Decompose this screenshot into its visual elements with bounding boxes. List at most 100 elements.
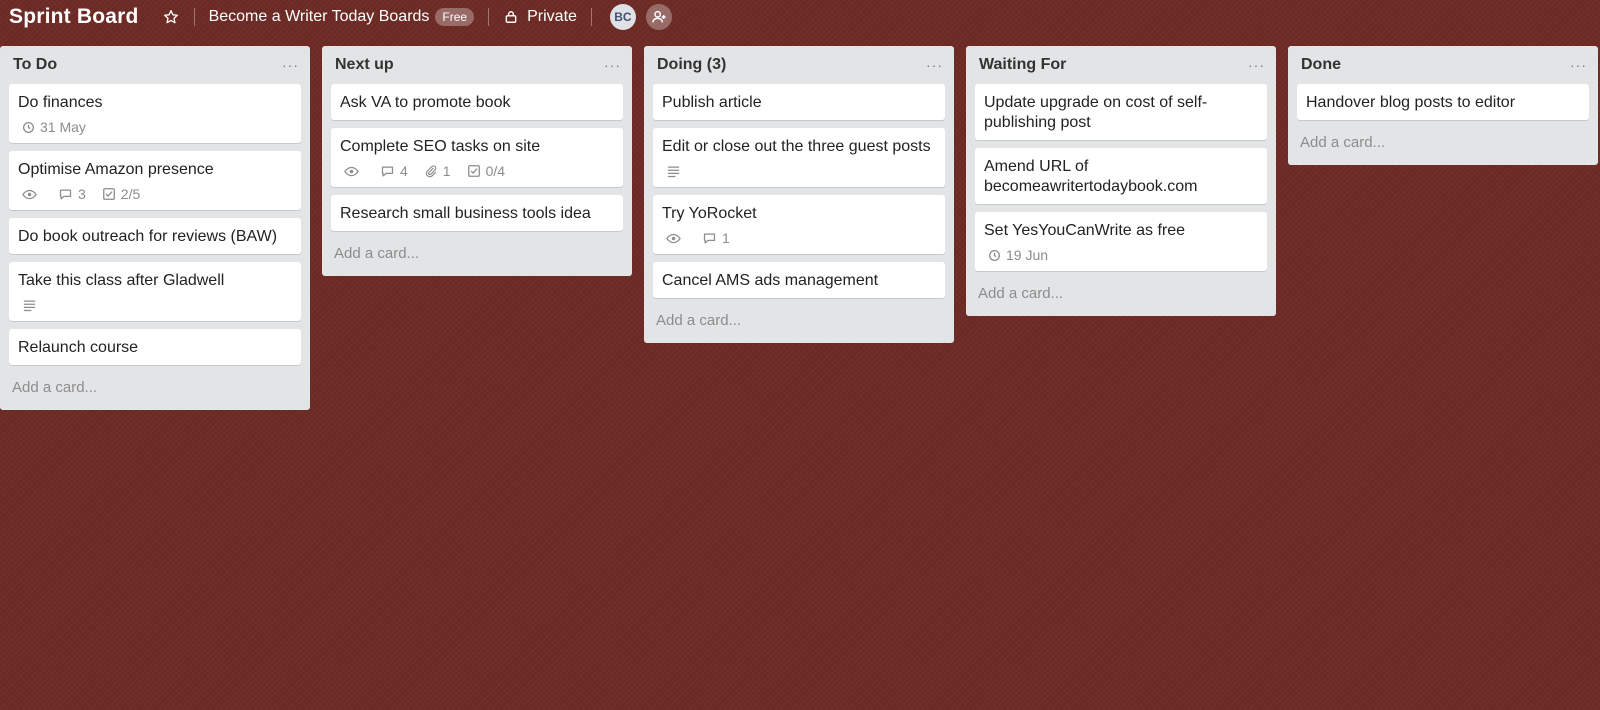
lock-icon — [503, 9, 519, 25]
list-next-up: Next up ··· Ask VA to promote book Compl… — [322, 46, 632, 276]
avatar[interactable]: BC — [609, 4, 636, 30]
card[interactable]: Update upgrade on cost of self-publishin… — [975, 84, 1267, 140]
card[interactable]: Do finances 31 May — [9, 84, 301, 143]
comment-count: 4 — [400, 163, 408, 179]
card-badges — [18, 296, 292, 314]
comment-icon — [381, 166, 394, 176]
team-name-link[interactable]: Become a Writer Today Boards — [209, 8, 430, 26]
list-doing: Doing (3) ··· Publish article Edit or cl… — [644, 46, 954, 343]
list-done: Done ··· Handover blog posts to editor A… — [1288, 46, 1598, 165]
card[interactable]: Publish article — [653, 84, 945, 120]
card-title: Ask VA to promote book — [340, 94, 511, 111]
card-title: Edit or close out the three guest posts — [662, 138, 931, 155]
card-badges: 3 2/5 — [18, 185, 292, 203]
card-title: Do book outreach for reviews (BAW) — [18, 228, 278, 245]
card-title: Publish article — [662, 94, 762, 111]
privacy-button[interactable]: Private — [527, 8, 577, 26]
card-title: Research small business tools idea — [340, 205, 591, 222]
due-date-text: 19 Jun — [1006, 247, 1049, 263]
card-badges: 31 May — [18, 118, 292, 136]
watching-badge — [344, 164, 364, 179]
paperclip-icon — [425, 165, 437, 178]
card[interactable]: Edit or close out the three guest posts — [653, 128, 945, 187]
add-card-button[interactable]: Add a card... — [331, 239, 623, 268]
add-card-button[interactable]: Add a card... — [9, 373, 301, 402]
list-title[interactable]: Next up — [335, 56, 394, 74]
eye-icon — [344, 166, 359, 176]
list-menu-button[interactable]: ··· — [926, 57, 943, 73]
watching-badge — [22, 187, 42, 202]
add-card-button[interactable]: Add a card... — [653, 306, 945, 335]
clock-icon — [988, 249, 1001, 261]
plan-badge: Free — [435, 8, 475, 26]
card-title: Set YesYouCanWrite as free — [984, 222, 1186, 239]
watching-badge — [666, 231, 686, 246]
comments-badge: 3 — [58, 186, 86, 202]
description-badge — [666, 164, 686, 179]
attachments-badge: 1 — [424, 163, 451, 179]
add-card-button[interactable]: Add a card... — [1297, 128, 1589, 157]
comment-count: 1 — [722, 230, 730, 246]
list-menu-button[interactable]: ··· — [1570, 57, 1587, 73]
card-title: Optimise Amazon presence — [18, 161, 214, 178]
add-member-button[interactable] — [645, 4, 672, 30]
card[interactable]: Handover blog posts to editor — [1297, 84, 1589, 120]
attachment-count: 1 — [442, 163, 451, 179]
board-title[interactable]: Sprint Board — [9, 5, 139, 29]
card-badges: 4 1 0/4 — [340, 162, 614, 180]
card[interactable]: Relaunch course — [9, 329, 301, 365]
card-title: Relaunch course — [18, 339, 139, 356]
card[interactable]: Cancel AMS ads management — [653, 262, 945, 298]
due-date-badge: 31 May — [22, 119, 86, 135]
checklist-icon — [467, 165, 480, 177]
clock-icon — [22, 121, 35, 133]
list-title[interactable]: Waiting For — [979, 56, 1066, 74]
card-title: Do finances — [18, 94, 103, 111]
card-badges: 19 Jun — [984, 246, 1258, 264]
header-divider — [590, 8, 592, 26]
card[interactable]: Take this class after Gladwell — [9, 262, 301, 321]
description-icon — [667, 166, 680, 177]
card[interactable]: Try YoRocket 1 — [653, 195, 945, 254]
comments-badge: 1 — [702, 230, 730, 246]
list-menu-button[interactable]: ··· — [282, 57, 299, 73]
card-title: Take this class after Gladwell — [18, 272, 225, 289]
card[interactable]: Amend URL of becomeawritertodaybook.com — [975, 148, 1267, 204]
list-header: Doing (3) ··· — [653, 46, 945, 84]
description-badge — [22, 298, 42, 313]
card[interactable]: Optimise Amazon presence 3 2/5 — [9, 151, 301, 210]
card-title: Cancel AMS ads management — [662, 272, 879, 289]
card-title: Amend URL of becomeawritertodaybook.com — [984, 158, 1198, 195]
list-menu-button[interactable]: ··· — [604, 57, 621, 73]
card-title: Try YoRocket — [662, 205, 757, 222]
card[interactable]: Research small business tools idea — [331, 195, 623, 231]
star-icon[interactable] — [162, 8, 180, 26]
comment-icon — [703, 233, 716, 243]
card[interactable]: Set YesYouCanWrite as free 19 Jun — [975, 212, 1267, 271]
list-title[interactable]: Doing (3) — [657, 56, 726, 74]
card[interactable]: Ask VA to promote book — [331, 84, 623, 120]
board-header: Sprint Board Become a Writer Today Board… — [0, 0, 1600, 34]
add-user-icon — [652, 10, 666, 23]
list-title[interactable]: To Do — [13, 56, 57, 74]
list-waiting-for: Waiting For ··· Update upgrade on cost o… — [966, 46, 1276, 316]
card-badges — [662, 162, 936, 180]
list-header: Next up ··· — [331, 46, 623, 84]
due-date-badge: 19 Jun — [988, 247, 1048, 263]
card-title: Update upgrade on cost of self-publishin… — [984, 94, 1208, 131]
header-divider — [488, 8, 490, 26]
add-card-button[interactable]: Add a card... — [975, 279, 1267, 308]
description-icon — [23, 300, 36, 311]
list-header: To Do ··· — [9, 46, 301, 84]
list-menu-button[interactable]: ··· — [1248, 57, 1265, 73]
due-date-text: 31 May — [40, 119, 86, 135]
card-title: Handover blog posts to editor — [1306, 94, 1516, 111]
card[interactable]: Complete SEO tasks on site 4 1 0/4 — [331, 128, 623, 187]
eye-icon — [22, 189, 37, 199]
list-header: Done ··· — [1297, 46, 1589, 84]
card[interactable]: Do book outreach for reviews (BAW) — [9, 218, 301, 254]
checklist-count: 2/5 — [120, 186, 141, 202]
list-to-do: To Do ··· Do finances 31 May Optimise Am… — [0, 46, 310, 410]
eye-icon — [666, 233, 681, 243]
list-title[interactable]: Done — [1301, 56, 1341, 74]
